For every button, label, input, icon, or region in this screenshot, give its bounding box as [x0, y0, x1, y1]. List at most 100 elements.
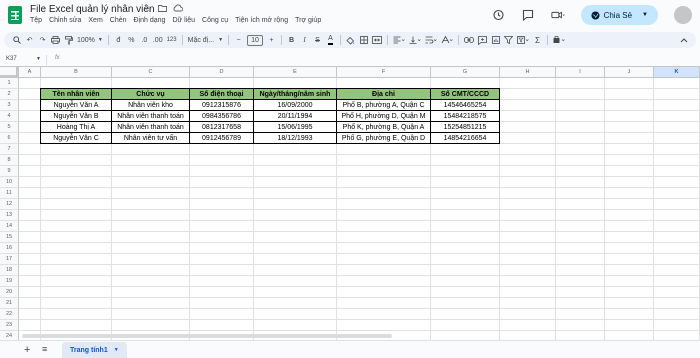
row-header-19[interactable]: 19 — [0, 276, 19, 287]
horizontal-scrollbar[interactable] — [22, 334, 392, 338]
column-header-h[interactable]: H — [500, 67, 556, 78]
table-cell[interactable]: 14854216654 — [431, 133, 500, 144]
collapse-toolbar-icon[interactable] — [677, 33, 690, 47]
chevron-down-icon[interactable]: ▼ — [114, 347, 119, 353]
vertical-align-icon[interactable] — [407, 33, 423, 47]
row-header-11[interactable]: 11 — [0, 188, 19, 199]
row-header-7[interactable]: 7 — [0, 144, 19, 155]
table-cell[interactable]: 0912456789 — [190, 133, 254, 144]
column-header-j[interactable]: J — [605, 67, 654, 78]
bold-button[interactable]: B — [285, 33, 298, 47]
column-header-e[interactable]: E — [254, 67, 337, 78]
row-header-5[interactable]: 5 — [0, 122, 19, 133]
table-cell[interactable]: Nhân viên thanh toán — [112, 111, 190, 122]
table-cell[interactable]: Nhân viên thanh toán — [112, 122, 190, 133]
row-header-10[interactable]: 10 — [0, 177, 19, 188]
table-cell[interactable]: 18/12/1993 — [254, 133, 337, 144]
table-cell[interactable]: Phố G, phường E, Quận D — [337, 133, 431, 144]
increase-font-size-button[interactable]: + — [265, 33, 278, 47]
name-box[interactable]: K37 — [6, 56, 17, 62]
row-header-14[interactable]: 14 — [0, 221, 19, 232]
font-family-select[interactable]: Mặc đị... ▼ — [186, 33, 225, 47]
percent-format-button[interactable]: % — [125, 33, 138, 47]
sheet-tab-active[interactable]: Trang tính1 ▼ — [62, 342, 127, 358]
increase-decimal-button[interactable]: .00 — [151, 33, 165, 47]
share-button[interactable]: Chia Sẻ ▼ — [580, 5, 658, 25]
row-header-17[interactable]: 17 — [0, 254, 19, 265]
font-size-input[interactable]: 10 — [245, 33, 265, 47]
document-title[interactable]: File Excel quản lý nhân viên — [30, 4, 155, 15]
row-header-3[interactable]: 3 — [0, 100, 19, 111]
menu-format[interactable]: Định dạng — [134, 17, 166, 24]
row-header-12[interactable]: 12 — [0, 199, 19, 210]
chevron-down-icon[interactable]: ▼ — [642, 12, 648, 18]
comment-icon[interactable] — [521, 8, 535, 22]
search-menus-icon[interactable] — [10, 33, 23, 47]
add-sheet-icon[interactable]: + — [24, 344, 30, 356]
table-cell[interactable]: Nguyễn Văn B — [40, 111, 112, 122]
row-header-20[interactable]: 20 — [0, 287, 19, 298]
input-tools-icon[interactable] — [551, 33, 567, 47]
menu-tools[interactable]: Công cụ — [202, 17, 228, 24]
name-box-chevron-icon[interactable]: ▼ — [36, 56, 41, 62]
number-format-button[interactable]: 123 — [165, 33, 179, 47]
filter-views-icon[interactable] — [515, 33, 531, 47]
decrease-font-size-button[interactable]: − — [232, 33, 245, 47]
table-cell[interactable]: Phố H, phường D, Quận M — [337, 111, 431, 122]
row-header-1[interactable]: 1 — [0, 78, 19, 89]
column-header-k[interactable]: K — [654, 67, 700, 78]
currency-format-button[interactable]: đ — [112, 33, 125, 47]
table-cell[interactable]: Phố B, phường A, Quận C — [337, 100, 431, 111]
sheets-logo-icon[interactable] — [8, 6, 22, 24]
history-icon[interactable] — [491, 8, 505, 22]
table-cell[interactable]: 0912315876 — [190, 100, 254, 111]
cell-grid[interactable]: A B C D E F G H I J K 1 2 3 4 5 6 7 8 9 10 11 12 13 14 15 16 17 18 19… — [0, 66, 700, 340]
insert-comment-icon[interactable] — [476, 33, 489, 47]
print-icon[interactable] — [49, 33, 62, 47]
row-header-24[interactable]: 24 — [0, 331, 19, 340]
text-rotation-icon[interactable] — [439, 33, 455, 47]
table-cell[interactable]: 0812317658 — [190, 122, 254, 133]
menu-help[interactable]: Trợ giúp — [295, 17, 321, 24]
avatar[interactable] — [674, 6, 692, 24]
row-header-8[interactable]: 8 — [0, 155, 19, 166]
row-header-6[interactable]: 6 — [0, 133, 19, 144]
column-header-g[interactable]: G — [431, 67, 500, 78]
table-header-cell[interactable]: Số điện thoại — [190, 88, 254, 100]
table-cell[interactable]: Nhân viên tư vấn — [112, 133, 190, 144]
row-header-16[interactable]: 16 — [0, 243, 19, 254]
table-cell[interactable]: 16/09/2000 — [254, 100, 337, 111]
table-cell[interactable]: 15/06/1995 — [254, 122, 337, 133]
row-header-2[interactable]: 2 — [0, 89, 19, 100]
insert-link-icon[interactable] — [462, 33, 476, 47]
menu-data[interactable]: Dữ liệu — [172, 17, 195, 24]
strikethrough-button[interactable]: S — [311, 33, 324, 47]
table-header-cell[interactable]: Chức vụ — [112, 88, 190, 100]
column-header-i[interactable]: I — [556, 67, 605, 78]
row-header-4[interactable]: 4 — [0, 111, 19, 122]
column-header-b[interactable]: B — [41, 67, 112, 78]
text-wrap-icon[interactable] — [423, 33, 439, 47]
table-cell[interactable]: 15484218575 — [431, 111, 500, 122]
table-cell[interactable]: Nguyễn Văn C — [40, 133, 112, 144]
redo-icon[interactable]: ↷ — [36, 33, 49, 47]
table-cell[interactable]: Hoàng Thị A — [40, 122, 112, 133]
select-all-corner[interactable] — [0, 67, 19, 78]
table-cell[interactable]: Phố K, phường B, Quận A — [337, 122, 431, 133]
insert-chart-icon[interactable] — [489, 33, 502, 47]
row-header-18[interactable]: 18 — [0, 265, 19, 276]
undo-icon[interactable]: ↶ — [23, 33, 36, 47]
row-header-13[interactable]: 13 — [0, 210, 19, 221]
menu-insert[interactable]: Chèn — [110, 17, 127, 24]
decrease-decimal-button[interactable]: .0 — [138, 33, 151, 47]
row-header-23[interactable]: 23 — [0, 320, 19, 331]
row-header-21[interactable]: 21 — [0, 298, 19, 309]
column-header-d[interactable]: D — [190, 67, 254, 78]
table-cell[interactable]: Nhân viên kho — [112, 100, 190, 111]
row-header-9[interactable]: 9 — [0, 166, 19, 177]
table-cell[interactable]: 15254851215 — [431, 122, 500, 133]
star-icon[interactable]: ☆ — [144, 4, 152, 15]
menu-extensions[interactable]: Tiện ích mở rộng — [235, 17, 288, 24]
column-header-f[interactable]: F — [337, 67, 431, 78]
column-header-c[interactable]: C — [112, 67, 190, 78]
